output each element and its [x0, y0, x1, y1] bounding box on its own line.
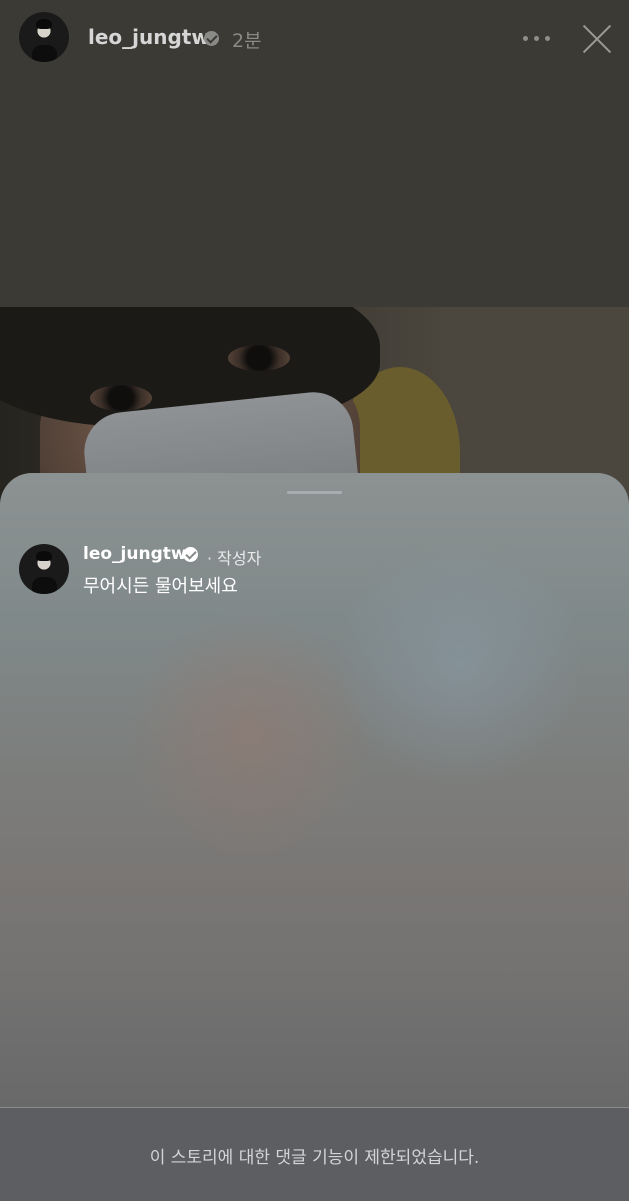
more-dot: [545, 36, 550, 41]
avatar[interactable]: [19, 12, 69, 62]
avatar-hair: [36, 19, 52, 29]
more-options-icon[interactable]: [519, 30, 555, 46]
close-icon[interactable]: [578, 20, 616, 58]
sheet-blur-tint: [130, 603, 370, 863]
comment-item: leo_jungtw · 작성자 무어시든 물어보세요: [0, 543, 629, 603]
verified-badge-icon: [183, 547, 198, 562]
story-time: 2분: [232, 30, 262, 52]
story-username[interactable]: leo_jungtw: [88, 25, 210, 49]
more-dot: [534, 36, 539, 41]
photo-eye-right: [228, 345, 290, 371]
photo-eye-left: [90, 385, 152, 411]
avatar-body: [31, 576, 57, 594]
comments-restricted-notice: 이 스토리에 대한 댓글 기능이 제한되었습니다.: [149, 1148, 480, 1168]
author-badge: · 작성자: [207, 549, 262, 568]
avatar-hair: [36, 551, 52, 561]
story-header: leo_jungtw 2분: [0, 0, 629, 80]
verified-badge-icon: [204, 31, 219, 46]
comment-username[interactable]: leo_jungtw: [83, 544, 187, 564]
comments-footer: 이 스토리에 대한 댓글 기능이 제한되었습니다.: [0, 1107, 629, 1201]
comment-text: 무어시든 물어보세요: [83, 576, 238, 597]
comment-avatar[interactable]: [19, 544, 69, 594]
comments-sheet: leo_jungtw · 작성자 무어시든 물어보세요: [0, 473, 629, 1200]
avatar-body: [31, 44, 57, 62]
drag-handle[interactable]: [287, 491, 342, 494]
more-dot: [523, 36, 528, 41]
